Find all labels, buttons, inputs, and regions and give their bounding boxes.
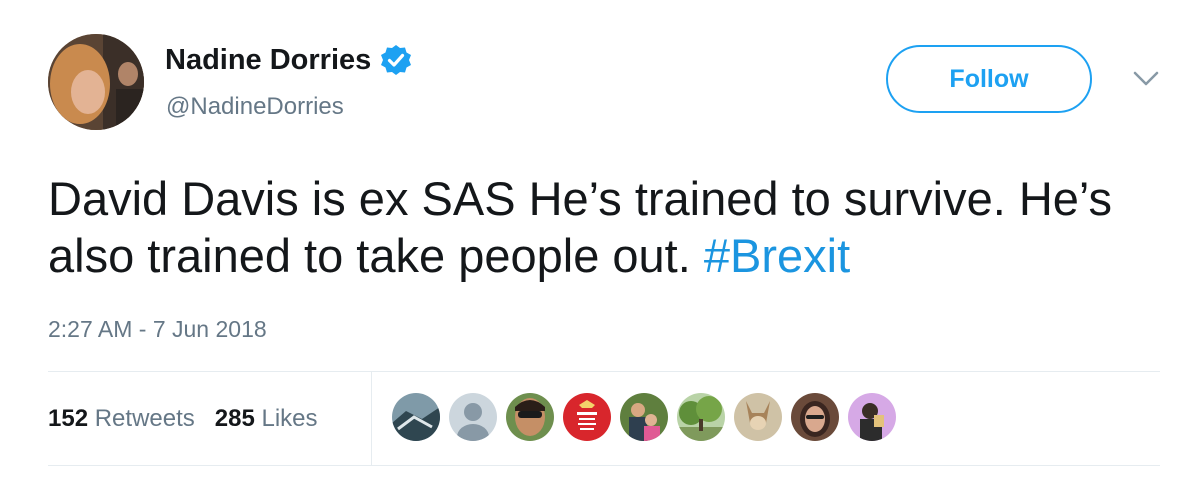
chevron-down-icon[interactable] [1132, 70, 1160, 88]
liker-avatar[interactable] [677, 393, 725, 441]
liker-avatar[interactable] [449, 393, 497, 441]
liker-avatar[interactable] [734, 393, 782, 441]
liker-avatar[interactable] [848, 393, 896, 441]
likes-label: Likes [261, 405, 318, 432]
liker-avatar-1-icon [392, 393, 440, 441]
tweet-stats: 152 Retweets 285 Likes [48, 404, 318, 434]
tweet-text: David Davis is ex SAS He’s trained to su… [48, 170, 1168, 284]
liker-avatar-4-icon [563, 393, 611, 441]
retweets-stat[interactable]: 152 Retweets [48, 404, 195, 434]
author-name[interactable]: Nadine Dorries [165, 42, 413, 78]
hashtag-link[interactable]: #Brexit [704, 229, 850, 282]
author-avatar[interactable] [48, 34, 144, 130]
divider [48, 371, 1160, 372]
display-name[interactable]: Nadine Dorries [165, 42, 371, 78]
divider [48, 465, 1160, 466]
liker-avatar[interactable] [791, 393, 839, 441]
liker-avatar-9-icon [848, 393, 896, 441]
retweets-count: 152 [48, 405, 89, 432]
liker-avatar-7-icon [734, 393, 782, 441]
retweets-label: Retweets [94, 405, 195, 432]
liker-avatar-3-icon [506, 393, 554, 441]
liker-avatar-5-icon [620, 393, 668, 441]
follow-button[interactable]: Follow [886, 45, 1092, 113]
likes-count: 285 [214, 405, 255, 432]
profile-photo-icon [48, 34, 144, 130]
author-handle[interactable]: @NadineDorries [166, 92, 344, 122]
liker-avatar-8-icon [791, 393, 839, 441]
liker-avatar[interactable] [392, 393, 440, 441]
verified-badge-icon [381, 45, 412, 75]
liker-avatar-6-icon [677, 393, 725, 441]
stats-separator [371, 372, 372, 465]
liker-avatar[interactable] [563, 393, 611, 441]
liker-avatar[interactable] [620, 393, 668, 441]
tweet-body: David Davis is ex SAS He’s trained to su… [48, 172, 1113, 282]
liker-avatar[interactable] [506, 393, 554, 441]
likes-stat[interactable]: 285 Likes [215, 404, 318, 434]
tweet-timestamp[interactable]: 2:27 AM - 7 Jun 2018 [48, 314, 267, 344]
liker-avatar-default-icon [449, 393, 497, 441]
